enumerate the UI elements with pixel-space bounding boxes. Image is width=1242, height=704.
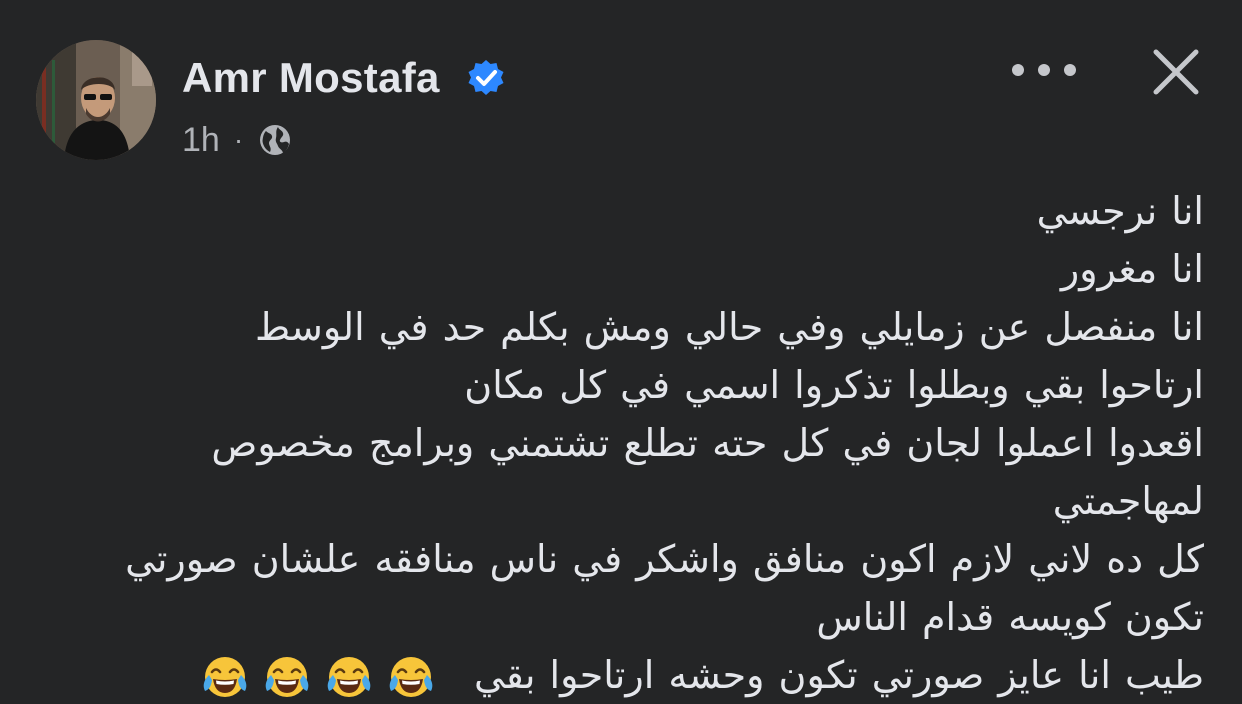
emoji-group (194, 649, 442, 704)
face-with-tears-of-joy-icon (265, 656, 309, 697)
facebook-post: Amr Mostafa 1h · انا نرجسي انا مغرور انا… (0, 0, 1242, 704)
more-dot (1038, 64, 1050, 76)
post-line: تكون كويسه قدام الناس (816, 595, 1204, 639)
post-line: طيب انا عايز صورتي تكون وحشه ارتاحوا بقي (473, 653, 1204, 697)
post-line: انا منفصل عن زمايلي وفي حالي ومش بكلم حد… (254, 305, 1204, 349)
post-line: لمهاجمتي (1052, 479, 1204, 523)
face-with-tears-of-joy-icon (389, 656, 433, 697)
verified-badge-icon (468, 60, 504, 95)
post-last-line: طيب انا عايز صورتي تكون وحشه ارتاحوا بقي (84, 646, 1204, 704)
post-timestamp[interactable]: 1h (182, 121, 220, 160)
more-dot (1064, 64, 1076, 76)
more-dot (1012, 64, 1024, 76)
author-name[interactable]: Amr Mostafa (182, 52, 440, 104)
post-line: ارتاحوا بقي وبطلوا تذكروا اسمي في كل مكا… (464, 363, 1204, 407)
post-meta: 1h · (182, 116, 293, 164)
post-body: انا نرجسي انا مغرور انا منفصل عن زمايلي … (84, 182, 1204, 704)
more-options-button[interactable] (1012, 52, 1076, 88)
author-avatar[interactable] (36, 40, 156, 160)
profile-photo-icon (36, 40, 156, 160)
face-with-tears-of-joy-icon (327, 656, 371, 697)
post-line: انا نرجسي (1036, 189, 1204, 233)
meta-separator: · (233, 124, 244, 155)
close-icon[interactable] (1148, 44, 1204, 100)
globe-icon[interactable] (257, 122, 293, 158)
post-line: كل ده لاني لازم اكون منافق واشكر في ناس … (125, 537, 1204, 581)
post-line: اقعدوا اعملوا لجان في كل حته تطلع تشتمني… (211, 421, 1204, 465)
face-with-tears-of-joy-icon (203, 656, 247, 697)
post-line: انا مغرور (1060, 247, 1204, 291)
